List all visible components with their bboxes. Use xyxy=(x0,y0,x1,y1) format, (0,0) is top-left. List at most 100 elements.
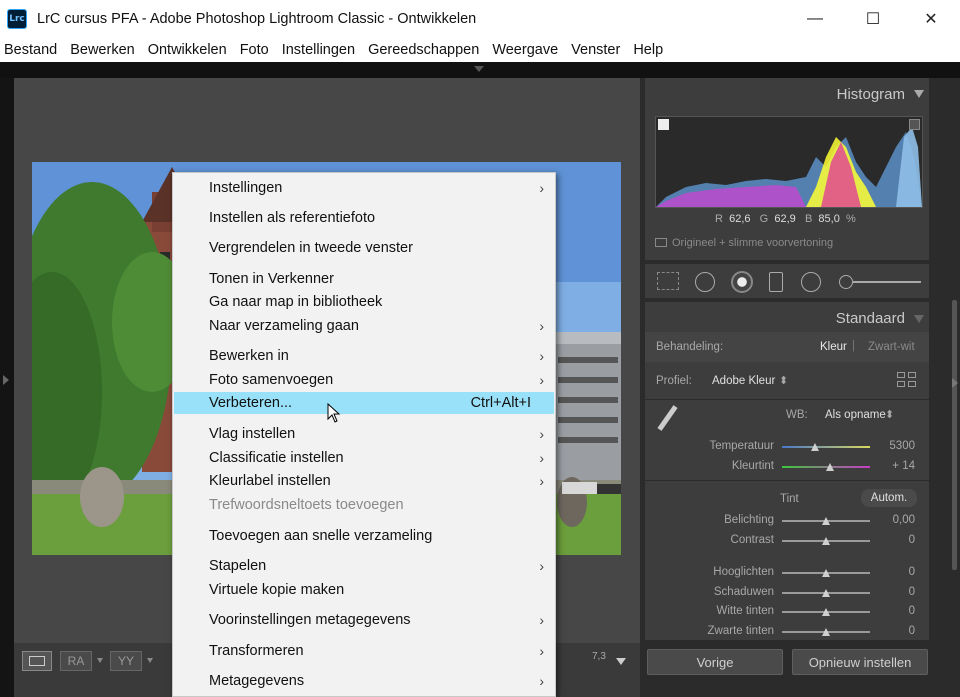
graduated-filter-icon[interactable] xyxy=(769,272,783,292)
slider-value[interactable]: 5300 xyxy=(875,440,915,452)
menu-item-tonen-verkenner[interactable]: Tonen in Verkenner xyxy=(174,268,554,290)
title-bar: Lrc LrC cursus PFA - Adobe Photoshop Lig… xyxy=(0,0,960,37)
brush-icon[interactable] xyxy=(839,275,853,289)
chevron-right-icon: › xyxy=(539,558,544,574)
slider-label: Contrast xyxy=(730,534,774,546)
before-after-split-button[interactable]: YY xyxy=(110,651,142,671)
loupe-icon xyxy=(29,656,45,666)
radial-filter-icon[interactable] xyxy=(801,272,821,292)
g-value: 62,9 xyxy=(774,213,796,225)
slider-thumb[interactable] xyxy=(826,463,835,471)
top-panel-strip[interactable] xyxy=(0,62,960,78)
red-eye-icon[interactable] xyxy=(731,271,753,293)
menu-item-snelle-verzameling[interactable]: Toevoegen aan snelle verzameling xyxy=(174,525,554,547)
left-panel-toggle-icon[interactable] xyxy=(3,375,9,385)
right-panel: Histogram R 62,6 G 62,9 B 85,0 % Origine… xyxy=(640,78,960,697)
right-panel-toggle-icon[interactable] xyxy=(952,378,958,388)
menu-item-classificatie[interactable]: Classificatie instellen › xyxy=(174,447,554,469)
menu-foto[interactable]: Foto xyxy=(240,42,269,58)
menu-item-bewerken-in[interactable]: Bewerken in › xyxy=(174,345,554,367)
menu-help[interactable]: Help xyxy=(633,42,663,58)
menu-item-ga-naar-map[interactable]: Ga naar map in bibliotheek xyxy=(174,291,554,313)
spot-removal-icon[interactable] xyxy=(695,272,715,292)
histogram-graph[interactable] xyxy=(655,116,923,208)
chevron-right-icon: › xyxy=(539,318,544,334)
previous-button[interactable]: Vorige xyxy=(647,649,783,675)
chevron-right-icon: › xyxy=(539,473,544,489)
treatment-color-option[interactable]: Kleur xyxy=(820,341,847,353)
slider-thumb[interactable] xyxy=(822,537,830,545)
toolbar-options-icon[interactable] xyxy=(616,658,626,665)
slider-value[interactable]: 0 xyxy=(875,586,915,598)
auto-tone-button[interactable]: Autom. xyxy=(861,489,917,507)
menu-bar: Bestand Bewerken Ontwikkelen Foto Instel… xyxy=(0,37,960,62)
wb-dropdown[interactable]: Als opname xyxy=(825,409,886,421)
menu-item-transformeren[interactable]: Transformeren › xyxy=(174,640,554,662)
menu-item-referentiefoto[interactable]: Instellen als referentiefoto xyxy=(174,207,554,229)
menu-venster[interactable]: Venster xyxy=(571,42,620,58)
preview-label: Origineel + slimme voorvertoning xyxy=(672,237,834,249)
menu-item-vergrendelen[interactable]: Vergrendelen in tweede venster xyxy=(174,237,554,259)
preview-icon[interactable] xyxy=(655,238,667,247)
maximize-button[interactable]: ☐ xyxy=(844,0,902,37)
profile-label: Profiel: xyxy=(656,375,692,387)
menu-item-stapelen[interactable]: Stapelen › xyxy=(174,555,554,577)
menu-item-vlag-instellen[interactable]: Vlag instellen › xyxy=(174,423,554,445)
menu-bewerken[interactable]: Bewerken xyxy=(70,42,134,58)
slider-thumb[interactable] xyxy=(822,588,830,597)
profile-dropdown[interactable]: Adobe Kleur xyxy=(712,375,775,387)
menu-weergave[interactable]: Weergave xyxy=(492,42,558,58)
shadow-clipping-button[interactable] xyxy=(658,119,669,130)
menu-instellingen[interactable]: Instellingen xyxy=(282,42,355,58)
menu-item-metagegevens[interactable]: Metagegevens › xyxy=(174,670,554,692)
chevron-updown-icon[interactable]: ⬍ xyxy=(885,408,894,421)
panel-toggle-icon[interactable] xyxy=(474,66,484,72)
chevron-right-icon: › xyxy=(539,348,544,364)
maximize-icon: ☐ xyxy=(865,10,881,28)
slider-thumb[interactable] xyxy=(822,627,830,636)
minimize-button[interactable]: — xyxy=(786,0,844,37)
left-panel-edge[interactable] xyxy=(0,78,14,697)
menu-item-label: Foto samenvoegen xyxy=(209,372,334,388)
slider-thumb[interactable] xyxy=(822,608,830,616)
collapse-triangle-icon[interactable] xyxy=(914,90,924,98)
chevron-down-icon[interactable] xyxy=(147,658,153,663)
slider-thumb[interactable] xyxy=(822,569,830,577)
slider-thumb[interactable] xyxy=(822,517,830,525)
eyedropper-icon[interactable] xyxy=(655,404,679,434)
menu-item-instellingen[interactable]: Instellingen › xyxy=(174,177,554,199)
before-after-button[interactable]: RA xyxy=(60,651,92,671)
menu-item-kleurlabel[interactable]: Kleurlabel instellen › xyxy=(174,470,554,492)
menu-item-virtuele-kopie[interactable]: Virtuele kopie maken xyxy=(174,579,554,601)
highlight-clipping-button[interactable] xyxy=(909,119,920,130)
slider-track[interactable] xyxy=(782,446,870,448)
histogram-title[interactable]: Histogram xyxy=(837,86,905,103)
crop-tool-icon[interactable] xyxy=(657,272,679,290)
slider-value[interactable]: 0 xyxy=(875,566,915,578)
menu-bestand[interactable]: Bestand xyxy=(4,42,57,58)
slider-value[interactable]: 0 xyxy=(875,605,915,617)
loupe-view-button[interactable] xyxy=(22,651,52,671)
chevron-updown-icon[interactable]: ⬍ xyxy=(779,374,788,387)
treatment-bw-option[interactable]: Zwart-wit xyxy=(868,341,915,353)
basic-title[interactable]: Standaard xyxy=(836,310,905,327)
menu-ontwikkelen[interactable]: Ontwikkelen xyxy=(148,42,227,58)
menu-gereedschappen[interactable]: Gereedschappen xyxy=(368,42,479,58)
menu-item-verbeteren[interactable]: Verbeteren... Ctrl+Alt+I xyxy=(174,392,554,414)
slider-value[interactable]: 0,00 xyxy=(875,514,915,526)
chevron-down-icon[interactable] xyxy=(97,658,103,663)
slider-thumb[interactable] xyxy=(811,443,820,451)
menu-item-label: Vlag instellen xyxy=(209,426,296,442)
slider-value[interactable]: + 14 xyxy=(875,460,915,472)
collapse-triangle-icon[interactable] xyxy=(914,315,924,323)
brush-slider[interactable] xyxy=(853,281,921,283)
panel-scrollbar[interactable] xyxy=(952,300,957,570)
menu-item-voorinstellingen-metagegevens[interactable]: Voorinstellingen metagegevens › xyxy=(174,609,554,631)
slider-value[interactable]: 0 xyxy=(875,625,915,637)
close-button[interactable]: ✕ xyxy=(902,0,960,37)
reset-button[interactable]: Opnieuw instellen xyxy=(792,649,928,675)
profile-browser-icon[interactable] xyxy=(897,372,917,388)
menu-item-naar-verzameling[interactable]: Naar verzameling gaan › xyxy=(174,315,554,337)
menu-item-foto-samenvoegen[interactable]: Foto samenvoegen › xyxy=(174,369,554,391)
slider-value[interactable]: 0 xyxy=(875,534,915,546)
